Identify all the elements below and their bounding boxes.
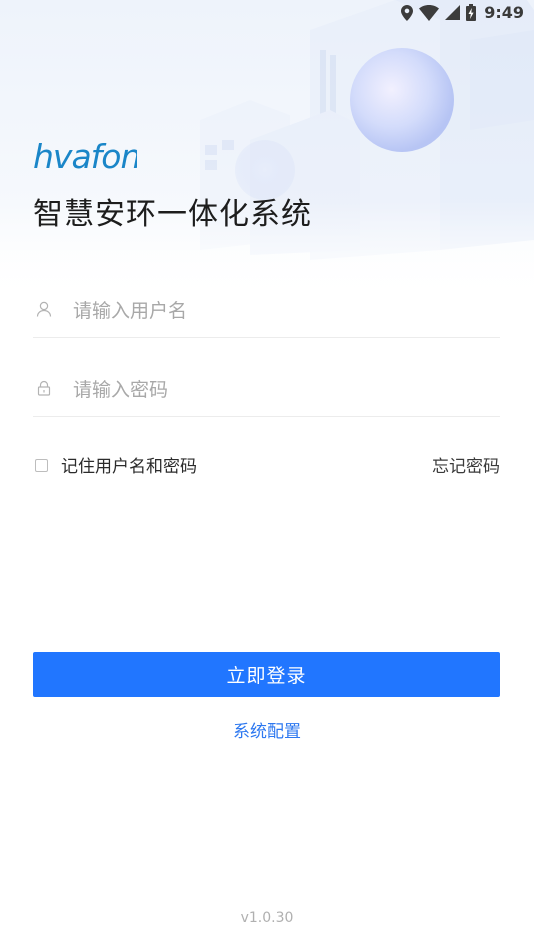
login-button[interactable]: 立即登录 bbox=[33, 652, 500, 697]
wifi-icon bbox=[419, 4, 440, 21]
cell-signal-icon bbox=[445, 5, 461, 20]
forgot-password-link[interactable]: 忘记密码 bbox=[432, 455, 500, 479]
remember-label[interactable]: 记住用户名和密码 bbox=[61, 455, 197, 479]
lock-icon bbox=[36, 380, 52, 396]
username-input[interactable] bbox=[73, 293, 473, 329]
version-label: v1.0.30 bbox=[240, 910, 294, 926]
status-bar: 9:49 bbox=[0, 0, 534, 28]
brand-logo: hvafon bbox=[33, 137, 141, 176]
username-field[interactable] bbox=[33, 287, 500, 338]
remember-checkbox[interactable] bbox=[35, 459, 48, 472]
status-icons: 9:49 bbox=[401, 3, 524, 22]
location-icon bbox=[401, 4, 414, 21]
password-input[interactable] bbox=[73, 372, 473, 408]
remember-row: 记住用户名和密码 忘记密码 bbox=[35, 455, 500, 479]
password-field[interactable] bbox=[33, 366, 500, 417]
user-icon bbox=[36, 301, 52, 317]
system-config-link[interactable]: 系统配置 bbox=[0, 717, 534, 742]
hvafon-logo-icon: hvafon bbox=[33, 137, 141, 176]
status-clock: 9:49 bbox=[484, 3, 524, 22]
logo-wordmark: hvafon bbox=[33, 138, 137, 172]
battery-icon bbox=[466, 4, 477, 21]
app-title: 智慧安环一体化系统 bbox=[33, 197, 312, 232]
